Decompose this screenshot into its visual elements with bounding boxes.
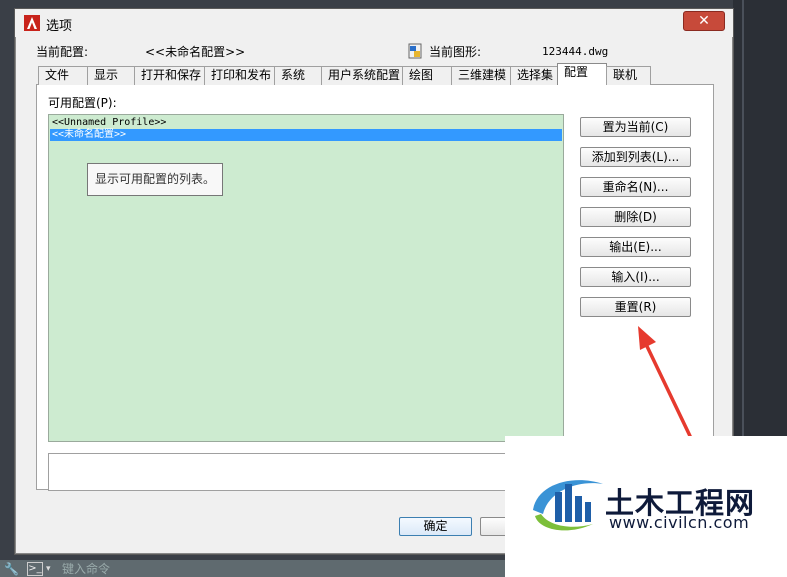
command-prompt-icon[interactable]: >_: [27, 562, 43, 576]
command-input[interactable]: 键入命令: [62, 562, 110, 576]
available-profiles-label: 可用配置(P):: [48, 96, 117, 110]
profile-description-box[interactable]: [48, 453, 518, 491]
wrench-icon[interactable]: 🔧: [4, 562, 19, 576]
chevron-down-icon[interactable]: ▾: [46, 562, 51, 576]
list-item-selected[interactable]: <<未命名配置>>: [50, 129, 562, 141]
window-title: 选项: [46, 19, 73, 34]
ok-button[interactable]: 确定: [399, 517, 472, 536]
current-drawing-value: 123444.dwg: [542, 45, 609, 58]
close-button[interactable]: ✕: [683, 11, 725, 31]
export-button[interactable]: 输出(E)...: [580, 237, 691, 257]
title-bar[interactable]: [15, 9, 733, 37]
tab-selection[interactable]: 选择集: [510, 66, 558, 85]
watermark-url: www.civilcn.com: [609, 513, 750, 532]
tab-3d-modeling[interactable]: 三维建模: [451, 66, 511, 85]
tooltip: 显示可用配置的列表。: [87, 163, 223, 196]
reset-button[interactable]: 重置(R): [580, 297, 691, 317]
tab-plot-publish[interactable]: 打印和发布: [204, 66, 275, 85]
autocad-icon: [24, 15, 40, 31]
set-current-button[interactable]: 置为当前(C): [580, 117, 691, 137]
tab-drafting[interactable]: 绘图: [402, 66, 452, 85]
tab-user-preferences[interactable]: 用户系统配置: [321, 66, 403, 85]
tab-profiles[interactable]: 配置: [557, 63, 607, 85]
current-profile-label: 当前配置:: [36, 45, 89, 59]
civilcn-logo-icon: [533, 480, 603, 531]
drawing-file-icon: [408, 43, 422, 59]
current-profile-value: <<未命名配置>>: [145, 45, 246, 59]
import-button[interactable]: 输入(I)...: [580, 267, 691, 287]
tab-files[interactable]: 文件: [38, 66, 88, 85]
tab-open-save[interactable]: 打开和保存: [134, 66, 205, 85]
add-to-list-button[interactable]: 添加到列表(L)...: [580, 147, 691, 167]
list-item[interactable]: <<Unnamed Profile>>: [50, 117, 562, 129]
rename-button[interactable]: 重命名(N)...: [580, 177, 691, 197]
tab-online[interactable]: 联机: [606, 66, 651, 85]
current-drawing-label: 当前图形:: [429, 45, 482, 59]
delete-button[interactable]: 删除(D): [580, 207, 691, 227]
tab-display[interactable]: 显示: [87, 66, 135, 85]
red-arrow-annotation: [638, 326, 692, 438]
tab-system[interactable]: 系统: [274, 66, 322, 85]
